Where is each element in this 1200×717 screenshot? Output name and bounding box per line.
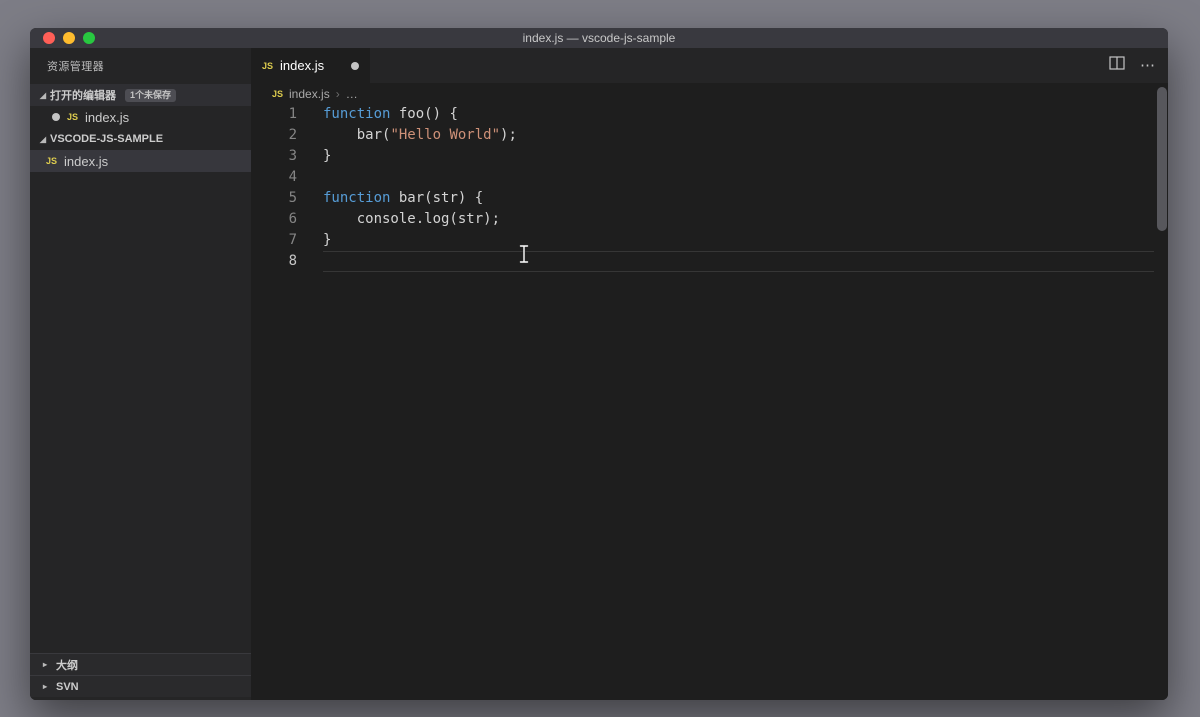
breadcrumb-more[interactable]: … [346,87,358,101]
open-editor-item-label: index.js [85,109,130,125]
twistie-collapsed-icon: ▸ [42,682,47,691]
zoom-button[interactable] [83,32,95,44]
line-content: console.log(str); [323,211,501,227]
line-content: } [323,148,332,164]
javascript-icon: JS [262,60,274,71]
tab-label: index.js [280,58,325,73]
code-line[interactable]: 8 [251,251,1154,272]
line-content [323,167,1154,188]
line-number: 7 [288,232,297,248]
code-line[interactable]: 6 console.log(str); [251,209,1154,230]
open-editor-item-indexjs[interactable]: JS index.js [30,106,251,128]
code-line[interactable]: 4 [251,167,1154,188]
line-content: } [323,232,332,248]
folder-label: VSCODE-JS-SAMPLE [50,133,164,145]
editor-group: JS index.js ⋯ JS index.js › … 1 function… [251,48,1168,700]
titlebar: index.js — vscode-js-sample [30,28,1168,48]
editor-actions: ⋯ [1109,48,1155,83]
line-number: 8 [288,253,297,269]
tab-modified-dot-icon[interactable] [351,61,359,70]
minimize-button[interactable] [63,32,75,44]
vertical-scrollbar[interactable] [1157,87,1167,231]
window-title: index.js — vscode-js-sample [522,31,676,45]
section-svn[interactable]: ▸ SVN [30,675,251,697]
code-line[interactable]: 3} [251,146,1154,167]
line-number: 4 [288,169,297,185]
line-number: 2 [288,127,297,143]
line-number: 1 [288,106,297,122]
code-line[interactable]: 2 bar("Hello World"); [251,125,1154,146]
line-content: function foo() { [323,106,458,122]
traffic-lights [43,28,95,48]
folder-header-vscode-js-sample[interactable]: ◢ VSCODE-JS-SAMPLE [30,128,251,150]
sidebar-explorer: 资源管理器 ◢ 打开的编辑器 1个未保存 JS index.js ◢ VSCOD… [30,48,251,700]
breadcrumbs: JS index.js › … [251,83,1168,104]
more-actions-icon[interactable]: ⋯ [1140,58,1155,73]
line-number: 3 [288,148,297,164]
code-line[interactable]: 5 function bar(str) { [251,188,1154,209]
sidebar-title: 资源管理器 [47,61,104,73]
open-editors-label: 打开的编辑器 [50,90,116,102]
tab-bar: JS index.js ⋯ [251,48,1168,83]
svn-section-label: SVN [56,680,79,693]
section-outline[interactable]: ▸ 大纲 [30,653,251,675]
javascript-icon: JS [46,156,58,166]
chevron-right-icon: › [335,86,340,101]
twistie-expanded-icon: ◢ [39,90,47,100]
open-editors-header[interactable]: ◢ 打开的编辑器 1个未保存 [30,84,251,106]
file-item-label: index.js [64,153,109,169]
outline-section-label: 大纲 [56,659,78,672]
javascript-icon: JS [67,112,79,122]
line-content: bar("Hello World"); [323,127,517,143]
sidebar-bottom-sections: ▸ 大纲 ▸ SVN [30,653,251,697]
close-button[interactable] [43,32,55,44]
code-line[interactable]: 1 function foo() { [251,104,1154,125]
javascript-icon: JS [272,88,284,99]
vscode-window: index.js — vscode-js-sample 资源管理器 ◢ 打开的编… [30,28,1168,700]
file-item-indexjs[interactable]: JS index.js [30,150,251,172]
line-content: function bar(str) { [323,190,484,206]
twistie-expanded-icon: ◢ [39,134,47,144]
modified-dot-icon [52,113,60,121]
unsaved-count-badge: 1个未保存 [125,88,177,102]
split-editor-icon[interactable] [1109,56,1125,75]
line-content [323,251,1154,272]
breadcrumb-file[interactable]: index.js [289,87,330,101]
code-line[interactable]: 7} [251,230,1154,251]
twistie-collapsed-icon: ▸ [42,660,47,669]
line-number: 5 [288,190,297,206]
line-number: 6 [288,211,297,227]
code-editor[interactable]: 1 function foo() {2 bar("Hello World"); 3}… [251,104,1168,700]
code-lines: 1 function foo() {2 bar("Hello World"); 3}… [251,104,1154,272]
tab-indexjs[interactable]: JS index.js [251,48,370,83]
